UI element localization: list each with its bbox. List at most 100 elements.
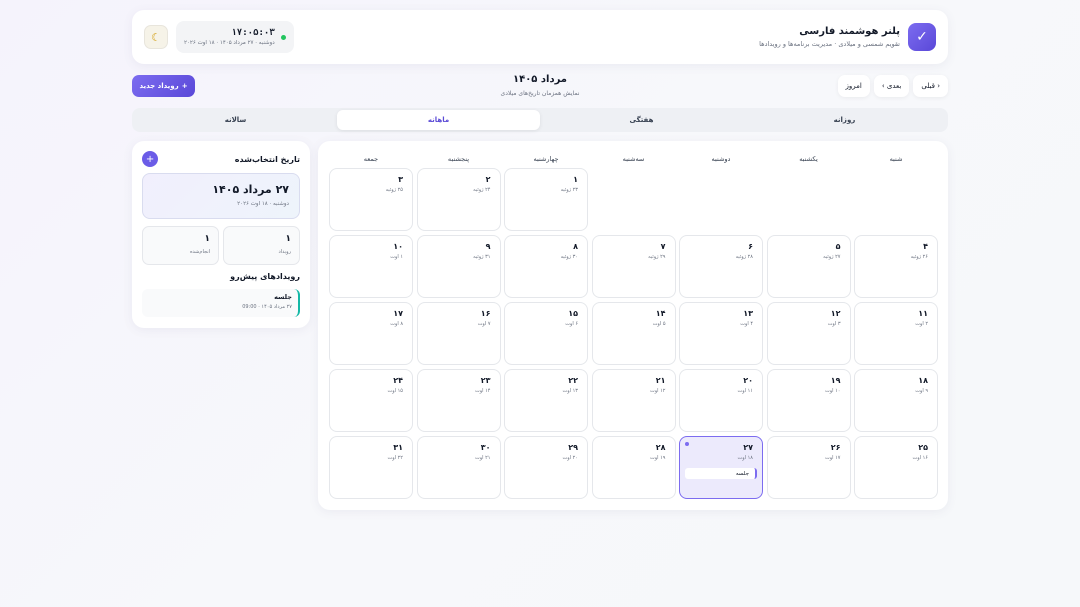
plus-icon: + <box>181 82 188 90</box>
day-number: ۱۷ <box>393 309 403 318</box>
selected-date-box: ۲۷ مرداد ۱۴۰۵ دوشنبه · ۱۸ اوت ۲۰۲۶ <box>142 173 300 219</box>
day-cell[interactable]: ۲۵ ۱۶ اوت <box>854 436 938 499</box>
event-dot <box>685 442 689 446</box>
day-number: ۸ <box>573 242 578 251</box>
day-cell[interactable]: ۱۶ ۷ اوت <box>416 302 501 365</box>
day-cell[interactable]: ۵ ۲۷ ژوئیه <box>766 235 851 298</box>
day-number: ۲ <box>485 175 491 184</box>
day-number: ۵ <box>835 242 841 251</box>
day-cell[interactable]: ۸ ۳۰ ژوئیه <box>504 235 588 298</box>
theme-toggle-button[interactable]: ☾ <box>144 25 168 49</box>
day-number: ۲۶ <box>830 443 841 452</box>
day-cell[interactable]: ۳۱ ۲۲ اوت <box>329 436 413 499</box>
day-number: ۲۲ <box>568 376 578 385</box>
gregorian-date: ۷ اوت <box>477 321 491 327</box>
new-event-button[interactable]: + رویداد جدید <box>132 75 195 97</box>
stat-done: ۱ انجام‌شده <box>142 226 219 265</box>
gregorian-date: ۱۰ اوت <box>825 388 841 394</box>
app-header: ✓ پلنر هوشمند فارسی تقویم شمسی و میلادی … <box>132 10 948 64</box>
day-cell[interactable]: ۱۵ ۶ اوت <box>504 302 588 365</box>
sidebar-title: تاریخ انتخاب‌شده <box>234 154 300 164</box>
app-subtitle: تقویم شمسی و میلادی · مدیریت برنامه‌ها و… <box>759 40 900 48</box>
gregorian-date: ۴ اوت <box>740 321 753 327</box>
day-cell[interactable]: ۲۸ ۱۹ اوت <box>591 436 676 499</box>
add-event-button[interactable]: + <box>142 151 158 167</box>
day-number: ۱۴ <box>655 309 666 318</box>
day-cell[interactable]: ۲۷ ۱۸ اوت جلسه <box>679 436 763 499</box>
upcoming-event[interactable]: جلسه ۲۷ مرداد ۱۴۰۵ · 09:00 <box>142 289 300 317</box>
gregorian-date: ۵ اوت <box>652 321 666 327</box>
day-cell[interactable]: ۲۲ ۱۳ اوت <box>504 369 588 432</box>
day-cell[interactable]: ۱۳ ۴ اوت <box>679 302 763 365</box>
day-cell[interactable]: ۲۰ ۱۱ اوت <box>679 369 763 432</box>
selected-date: ۲۷ مرداد ۱۴۰۵ <box>212 183 289 196</box>
day-cell[interactable]: ۲۱ ۱۲ اوت <box>591 369 676 432</box>
day-cell[interactable]: ۲۴ ۱۵ اوت <box>329 369 413 432</box>
gregorian-date: ۱۴ اوت <box>475 388 491 394</box>
tab-daily[interactable]: روزانه <box>743 110 946 130</box>
tab-weekly[interactable]: هفتگی <box>540 110 743 130</box>
gregorian-date: ۶ اوت <box>565 321 578 327</box>
day-number: ۱۲ <box>830 309 841 318</box>
clock-widget: ۱۷:۰۵:۰۳ دوشنبه · ۲۷ مرداد ۱۴۰۵ · ۱۸ اوت… <box>176 21 294 53</box>
tab-yearly[interactable]: سالانه <box>134 110 337 130</box>
day-cell[interactable]: ۳ ۲۵ ژوئیه <box>329 168 413 231</box>
gregorian-date: ۳ اوت <box>827 321 841 327</box>
gregorian-date: ۱۱ اوت <box>737 388 753 394</box>
clock-time: ۱۷:۰۵:۰۳ <box>231 28 275 38</box>
day-cell[interactable]: ۱۷ ۸ اوت <box>329 302 413 365</box>
day-number: ۱۰ <box>393 242 403 251</box>
stat-number: ۱ <box>204 234 211 244</box>
day-cell[interactable]: ۷ ۲۹ ژوئیه <box>591 235 676 298</box>
upcoming-event-name: جلسه <box>274 293 292 301</box>
day-number: ۳۰ <box>480 443 491 452</box>
gregorian-date: ۳۱ ژوئیه <box>473 254 491 260</box>
weekday-header: سه‌شنبه <box>622 155 645 163</box>
day-number: ۱۱ <box>918 309 928 318</box>
day-cell[interactable]: ۳۰ ۲۱ اوت <box>416 436 501 499</box>
gregorian-date: ۳۰ ژوئیه <box>560 254 578 260</box>
day-cell[interactable]: ۱۲ ۳ اوت <box>766 302 851 365</box>
weekday-header: پنجشنبه <box>447 155 470 163</box>
day-cell[interactable]: ۲۹ ۲۰ اوت <box>504 436 588 499</box>
clock-date: دوشنبه · ۲۷ مرداد ۱۴۰۵ · ۱۸ اوت ۲۰۲۶ <box>184 40 275 46</box>
day-number: ۲۳ <box>480 376 491 385</box>
day-cell[interactable]: ۱۸ ۹ اوت <box>854 369 938 432</box>
day-cell[interactable]: ۱۰ ۱ اوت <box>329 235 413 298</box>
toolbar: ‹ قبلی بعدی › امروز مرداد ۱۴۰۵ نمایش همز… <box>132 74 948 98</box>
day-cell[interactable]: ۱ ۲۳ ژوئیه <box>504 168 588 231</box>
stat-label: انجام‌شده <box>189 249 210 255</box>
day-number: ۴ <box>923 242 928 251</box>
upcoming-title: رویدادهای پیش‌رو <box>230 272 300 281</box>
stat-label: رویداد <box>278 249 291 255</box>
weekday-header: یکشنبه <box>799 155 818 163</box>
day-cell[interactable]: ۲ ۲۴ ژوئیه <box>416 168 501 231</box>
day-cell[interactable]: ۲۶ ۱۷ اوت <box>766 436 851 499</box>
gregorian-date: ۱۷ اوت <box>825 455 841 461</box>
weekday-header: شنبه <box>889 155 903 163</box>
day-cell[interactable]: ۱۴ ۵ اوت <box>591 302 676 365</box>
gregorian-date: ۲۶ ژوئیه <box>910 254 928 260</box>
day-number: ۱ <box>573 175 578 184</box>
day-cell[interactable]: ۱۱ ۲ اوت <box>854 302 938 365</box>
day-cell[interactable]: ۲۳ ۱۴ اوت <box>416 369 501 432</box>
day-number: ۲۸ <box>655 443 666 452</box>
day-cell[interactable]: ۶ ۲۸ ژوئیه <box>679 235 763 298</box>
day-cell[interactable]: ۴ ۲۶ ژوئیه <box>854 235 938 298</box>
day-cell[interactable]: ۹ ۳۱ ژوئیه <box>416 235 501 298</box>
plus-icon: + <box>145 153 155 165</box>
gregorian-date: ۱۶ اوت <box>912 455 928 461</box>
gregorian-date: ۱۳ اوت <box>562 388 578 394</box>
event-chip[interactable]: جلسه <box>685 468 757 479</box>
gregorian-date: ۸ اوت <box>390 321 403 327</box>
day-number: ۱۸ <box>918 376 928 385</box>
day-number: ۹ <box>485 242 491 251</box>
month-calendar: شنبه یکشنبه دوشنبه سه‌شنبه چهارشنبه پنجشنبه جم… <box>318 141 948 510</box>
gregorian-date: ۲۴ ژوئیه <box>473 187 491 193</box>
day-cell[interactable]: ۱۹ ۱۰ اوت <box>766 369 851 432</box>
tab-monthly[interactable]: ماهانه <box>337 110 540 130</box>
day-number: ۲۴ <box>393 376 403 385</box>
view-tabs: روزانه هفتگی ماهانه سالانه <box>132 108 948 132</box>
gregorian-date: ۱۵ اوت <box>387 388 403 394</box>
gregorian-date: ۲۵ ژوئیه <box>385 187 403 193</box>
